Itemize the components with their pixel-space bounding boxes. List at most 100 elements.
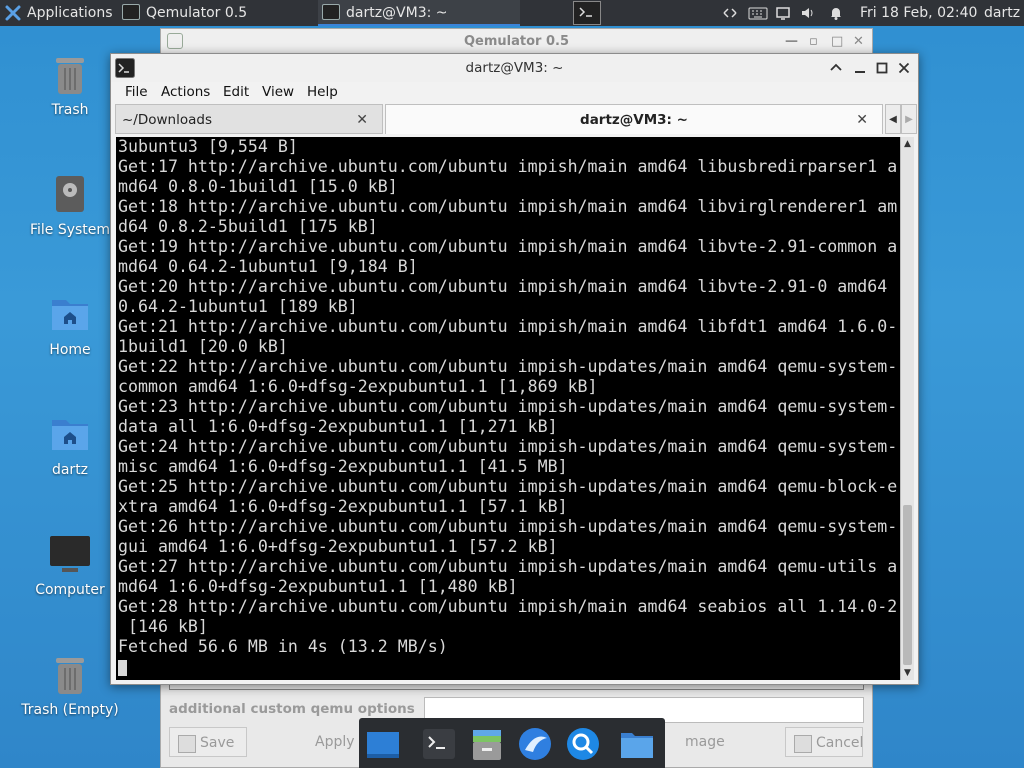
desktop-icon-trash[interactable]: Trash [18,52,122,118]
terminal-screen[interactable]: 3ubuntu3 [9,554 B] Get:17 http://archive.… [116,137,900,680]
tab-close-icon[interactable]: ✕ [856,105,868,135]
tab-label: ~/Downloads [122,112,212,128]
terminal-line: data all 1:6.0+dfsg-2expubuntu1.1 [1,271… [118,417,558,436]
terminal-line: d64 0.8.2-5build1 [175 kB] [118,217,378,236]
restore-button[interactable]: ▫ [809,29,818,55]
terminal-icon[interactable] [421,726,457,762]
terminal-output: 3ubuntu3 [9,554 B] Get:17 http://archive.… [116,137,900,657]
maximize-icon[interactable] [873,59,891,77]
user-menu[interactable]: dartz [984,0,1020,26]
volume-icon[interactable] [800,5,816,21]
scroll-up-icon[interactable]: ▲ [901,137,914,151]
cancel-icon [794,735,812,753]
terminal-line: 3ubuntu3 [9,554 B] [118,137,298,156]
xfce-menu-icon[interactable] [4,4,22,22]
terminal-line: gui amd64 1:6.0+dfsg-2expubuntu1.1 [57.2… [118,537,558,556]
tab-downloads[interactable]: ~/Downloads ✕ [115,104,383,134]
image-label: mage [685,734,725,750]
clock[interactable]: Fri 18 Feb, 02:40 [860,0,977,26]
terminal-tabbar: ~/Downloads ✕ dartz@VM3: ~ ✕ ◀ ▶ [115,104,917,134]
tab-scroll-left-icon[interactable]: ◀ [885,104,901,134]
terminal-launcher-icon[interactable] [573,1,601,25]
apply-button[interactable]: Apply [285,727,365,757]
qemulator-title: Qemulator 0.5 [463,34,569,49]
terminal-title: dartz@VM3: ~ [465,60,564,76]
desktop-icon-home[interactable]: Home [18,292,122,358]
minimize-icon[interactable] [851,59,869,77]
terminal-line: Get:21 http://archive.ubuntu.com/ubuntu … [118,317,898,336]
custom-options-label: additional custom qemu options [169,701,415,717]
menu-actions[interactable]: Actions [161,84,210,100]
qemulator-app-icon [167,33,183,49]
tab-close-icon[interactable]: ✕ [356,105,368,135]
terminal-line: md64 1:6.0+dfsg-2expubuntu1.1 [1,480 kB] [118,577,518,596]
applications-menu[interactable]: Applications [27,0,113,26]
terminal-line: xtra amd64 1:6.0+dfsg-2expubuntu1.1 [57.… [118,497,568,516]
computer-icon [50,536,90,572]
menu-edit[interactable]: Edit [223,84,249,100]
desktop-icon-label: Trash (Empty) [21,702,119,718]
trash-icon [56,658,84,694]
image-button[interactable]: mage [665,727,745,757]
terminal-line: [146 kB] [118,617,208,636]
terminal-line: Get:22 http://archive.ubuntu.com/ubuntu … [118,357,898,376]
menu-view[interactable]: View [262,84,294,100]
web-browser-icon[interactable] [517,726,553,762]
terminal-line: Get:17 http://archive.ubuntu.com/ubuntu … [118,157,898,176]
task-qemulator[interactable]: Qemulator 0.5 [118,0,247,26]
dock [359,718,665,768]
desktop-icon-computer[interactable]: Computer [18,532,122,598]
terminal-line: Get:26 http://archive.ubuntu.com/ubuntu … [118,517,898,536]
desktop-icon-dartz[interactable]: dartz [18,412,122,478]
terminal-line: Get:20 http://archive.ubuntu.com/ubuntu … [118,277,888,296]
top-panel: Applications Qemulator 0.5 dartz@VM3: ~ … [0,0,1024,26]
qemulator-titlebar[interactable]: Qemulator 0.5 — ▫ □ ✕ [161,29,872,56]
terminal-line: common amd64 1:6.0+dfsg-2expubuntu1.1 [1… [118,377,598,396]
maximize-button[interactable]: □ [831,29,843,55]
hard-drive-icon [56,176,84,212]
menu-help[interactable]: Help [307,84,338,100]
terminal-line: md64 0.8.0-1build1 [15.0 kB] [118,177,398,196]
desktop-icon-label: Computer [35,582,105,598]
terminal-titlebar[interactable]: dartz@VM3: ~ [111,54,918,82]
app-finder-icon[interactable] [565,726,601,762]
terminal-window[interactable]: dartz@VM3: ~ File Actions Edit View Help… [110,53,919,685]
terminal-line: 0.64.2-1ubuntu1 [189 kB] [118,297,358,316]
apply-label: Apply [315,734,355,750]
close-button[interactable]: ✕ [853,29,864,55]
save-icon [178,735,196,753]
cancel-button[interactable]: Cancel [785,727,863,757]
close-icon[interactable] [895,59,913,77]
folder-icon[interactable] [619,726,655,762]
desktop-icon-file-system[interactable]: File System [18,172,122,238]
notification-bell-icon[interactable] [828,5,844,21]
terminal-line: Get:24 http://archive.ubuntu.com/ubuntu … [118,437,898,456]
terminal-prompt-line[interactable] [116,657,900,677]
terminal-app-icon [322,4,340,20]
trash-icon [56,58,84,94]
desktop-icon-label: Trash [51,102,89,118]
save-button[interactable]: Save [169,727,247,757]
minimize-button[interactable]: — [785,29,798,55]
terminal-scrollbar[interactable]: ▲ ▼ [900,137,914,680]
network-icon[interactable] [722,5,738,21]
show-desktop-icon[interactable] [365,726,401,762]
terminal-line: Get:27 http://archive.ubuntu.com/ubuntu … [118,557,898,576]
display-icon[interactable] [775,5,791,21]
home-folder-icon [52,300,88,330]
keyboard-icon[interactable] [748,5,768,21]
tab-scroll-right-icon[interactable]: ▶ [901,104,917,134]
desktop-icon-trash-empty[interactable]: Trash (Empty) [18,652,122,718]
shade-icon[interactable] [827,59,845,77]
desktop-icon-label: Home [49,342,91,358]
tab-dartz-home[interactable]: dartz@VM3: ~ ✕ [385,104,883,134]
menu-file[interactable]: File [125,84,148,100]
task-terminal-label: dartz@VM3: ~ [346,5,448,21]
terminal-line: Fetched 56.6 MB in 4s (13.2 MB/s) [118,637,448,656]
tab-label: dartz@VM3: ~ [580,112,688,128]
scroll-thumb[interactable] [903,505,912,665]
scroll-down-icon[interactable]: ▼ [901,666,914,680]
file-manager-icon[interactable] [469,726,505,762]
terminal-line: Get:28 http://archive.ubuntu.com/ubuntu … [118,597,898,616]
task-terminal[interactable]: dartz@VM3: ~ [318,0,520,26]
